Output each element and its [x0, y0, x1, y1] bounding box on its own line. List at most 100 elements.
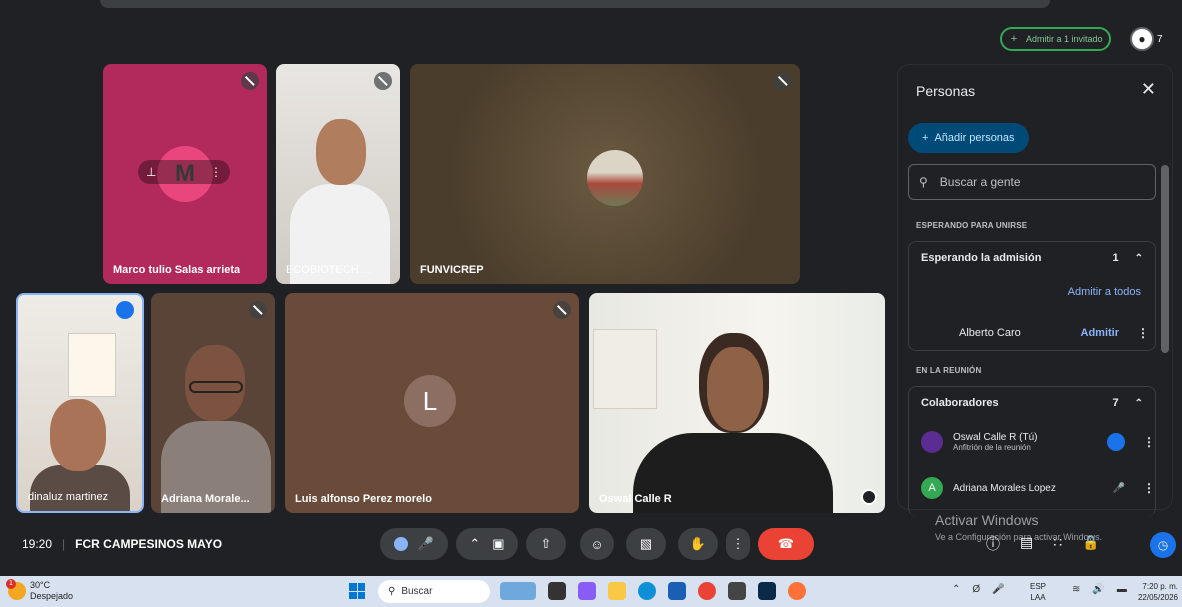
network-sound-battery[interactable]: ≋ 🔊 ▬: [1072, 584, 1127, 595]
host-controls-icon[interactable]: 🔒: [1082, 534, 1099, 554]
admit-guest-button[interactable]: + Admitir a 1 invitado: [1000, 27, 1111, 51]
participants-button[interactable]: ● 7: [1130, 27, 1163, 51]
waiting-count: 1: [1112, 252, 1119, 264]
video-tile-funvicrep[interactable]: FUNVICREP: [410, 64, 800, 284]
muted-mic-icon: 🎤: [1112, 482, 1125, 494]
close-icon[interactable]: ✕: [1141, 79, 1156, 100]
participants-avatar-icon: ●: [1130, 27, 1154, 51]
task-view-icon[interactable]: [548, 582, 566, 600]
admit-guest-label: Admitir a 1 invitado: [1026, 34, 1103, 44]
meeting-info: 19:20 | FCR CAMPESINOS MAYO: [22, 537, 222, 551]
add-people-button[interactable]: + Añadir personas: [908, 123, 1029, 153]
pin-icon[interactable]: ⊥: [146, 165, 156, 179]
chat-icon[interactable]: ▤: [1020, 534, 1033, 554]
weather-widget[interactable]: 30°C Despejado: [30, 580, 73, 602]
participant-name: ECOBIOTECH ...: [286, 264, 371, 276]
mic-off-icon[interactable]: Ø: [972, 584, 980, 595]
video-tile-marco[interactable]: M ⊥ ⋮ Marco tulio Salas arrieta: [103, 64, 267, 284]
member-name: Adriana Morales Lopez: [953, 482, 1056, 494]
admit-all-button[interactable]: Admitir a todos: [1068, 286, 1141, 298]
weather-sun-icon[interactable]: [6, 579, 26, 600]
raise-hand-button[interactable]: ✋: [678, 528, 718, 560]
windows-start-icon[interactable]: [349, 583, 365, 599]
timer-icon[interactable]: ◷: [1150, 532, 1176, 558]
meeting-section-label: EN LA REUNIÓN: [916, 366, 982, 375]
wall-calendar: [68, 333, 116, 397]
side-panel-icons: ⓘ ▤ ∷ 🔒: [986, 534, 1100, 554]
participant-name: Oswal Calle R: [599, 493, 672, 505]
avatar-group-photo: [587, 150, 643, 206]
video-tile-dinaluz[interactable]: dinaluz martinez: [16, 293, 144, 513]
more-options-icon[interactable]: ⋮: [1143, 435, 1155, 449]
widgets-icon[interactable]: [500, 582, 536, 600]
frame-self-view-icon[interactable]: [861, 489, 877, 505]
glasses: [189, 381, 243, 393]
video-tile-adriana[interactable]: Adriana Morale...: [151, 293, 275, 513]
search-input[interactable]: ⚲ Buscar a gente: [908, 164, 1156, 200]
member-role: Anfitrión de la reunión: [953, 443, 1031, 452]
info-icon[interactable]: ⓘ: [986, 534, 1000, 554]
member-avatar: [921, 431, 943, 453]
browser-bar-edge: [100, 0, 1050, 8]
camera-icon: ▣: [492, 536, 505, 551]
mic-icon: 🎤: [417, 536, 435, 551]
member-name: Oswal Calle R (Tú): [953, 432, 1038, 443]
chevron-up-icon[interactable]: ⌃: [1135, 253, 1143, 264]
more-options-icon[interactable]: ⋮: [1143, 481, 1155, 495]
member-avatar: A: [921, 477, 943, 499]
leave-call-button[interactable]: ☎: [758, 528, 814, 560]
edge-icon[interactable]: [638, 582, 656, 600]
windows-taskbar: 30°C Despejado ⚲ Buscar ⌃ Ø 🎤 ESP LAA ≋ …: [0, 576, 1182, 607]
person-head: [316, 119, 366, 185]
file-explorer-icon[interactable]: [608, 582, 626, 600]
waiting-person-name: Alberto Caro: [959, 327, 1021, 339]
waiting-group-header[interactable]: Esperando la admisión 1 ⌃: [909, 242, 1155, 274]
admit-button[interactable]: Admitir: [1081, 327, 1120, 339]
captions-icon: ▧: [639, 536, 653, 551]
volume-icon: 🔊: [1092, 584, 1105, 595]
hand-icon: ✋: [689, 536, 707, 551]
search-icon: ⚲: [388, 586, 396, 597]
panel-scrollbar[interactable]: [1161, 165, 1169, 353]
participants-count: 7: [1157, 33, 1163, 45]
system-clock[interactable]: 7:20 p. m. 22/05/2026: [1126, 581, 1178, 603]
present-icon: ⇧: [540, 536, 552, 551]
mic-toggle-button[interactable]: 🎤: [380, 528, 448, 560]
activities-icon[interactable]: ∷: [1053, 534, 1062, 554]
language-indicator[interactable]: ESP LAA: [1030, 581, 1046, 603]
panel-title: Personas: [916, 83, 976, 99]
captions-button[interactable]: ▧: [626, 528, 666, 560]
participant-name: Marco tulio Salas arrieta: [113, 264, 241, 276]
mic-icon[interactable]: 🎤: [992, 584, 1004, 595]
store-icon[interactable]: [668, 582, 686, 600]
firefox-icon[interactable]: [788, 582, 806, 600]
chevron-up-icon[interactable]: ⌃: [1135, 398, 1143, 409]
capcut-icon[interactable]: [728, 582, 746, 600]
taskbar-search[interactable]: ⚲ Buscar: [378, 580, 490, 603]
more-options-button[interactable]: ⋮: [726, 528, 750, 560]
weather-desc: Despejado: [30, 591, 74, 601]
video-tile-ecobiotech[interactable]: ECOBIOTECH ...: [276, 64, 400, 284]
person-face: [707, 347, 763, 431]
add-people-label: Añadir personas: [934, 132, 1015, 144]
more-options-icon[interactable]: ⋮: [210, 165, 222, 179]
participant-name: FUNVICREP: [420, 264, 484, 276]
chevron-up-icon[interactable]: ⌃: [469, 536, 480, 552]
present-screen-button[interactable]: ⇧: [526, 528, 566, 560]
video-tile-oswal[interactable]: Oswal Calle R: [589, 293, 885, 513]
emoji-button[interactable]: ☺: [580, 528, 614, 560]
camera-toggle-button[interactable]: ⌃ ▣: [456, 528, 518, 560]
more-options-icon[interactable]: ⋮: [1137, 326, 1149, 340]
tile-hover-controls[interactable]: ⊥ ⋮: [138, 160, 230, 184]
add-person-icon: +: [922, 132, 929, 144]
wall-drawing: [593, 329, 657, 409]
chevron-up-icon[interactable]: ⌃: [952, 584, 960, 595]
lightroom-icon[interactable]: [758, 582, 776, 600]
copilot-icon[interactable]: [578, 582, 596, 600]
control-bar: 19:20 | FCR CAMPESINOS MAYO 🎤 ⌃ ▣ ⇧ ☺ ▧ …: [0, 512, 1182, 570]
collaborators-group-header[interactable]: Colaboradores 7 ⌃: [909, 387, 1155, 419]
clock-time: 7:20 p. m.: [1142, 582, 1178, 591]
video-tile-luis[interactable]: L Luis alfonso Perez morelo: [285, 293, 579, 513]
participant-name: dinaluz martinez: [28, 491, 109, 503]
chrome-icon[interactable]: [698, 582, 716, 600]
